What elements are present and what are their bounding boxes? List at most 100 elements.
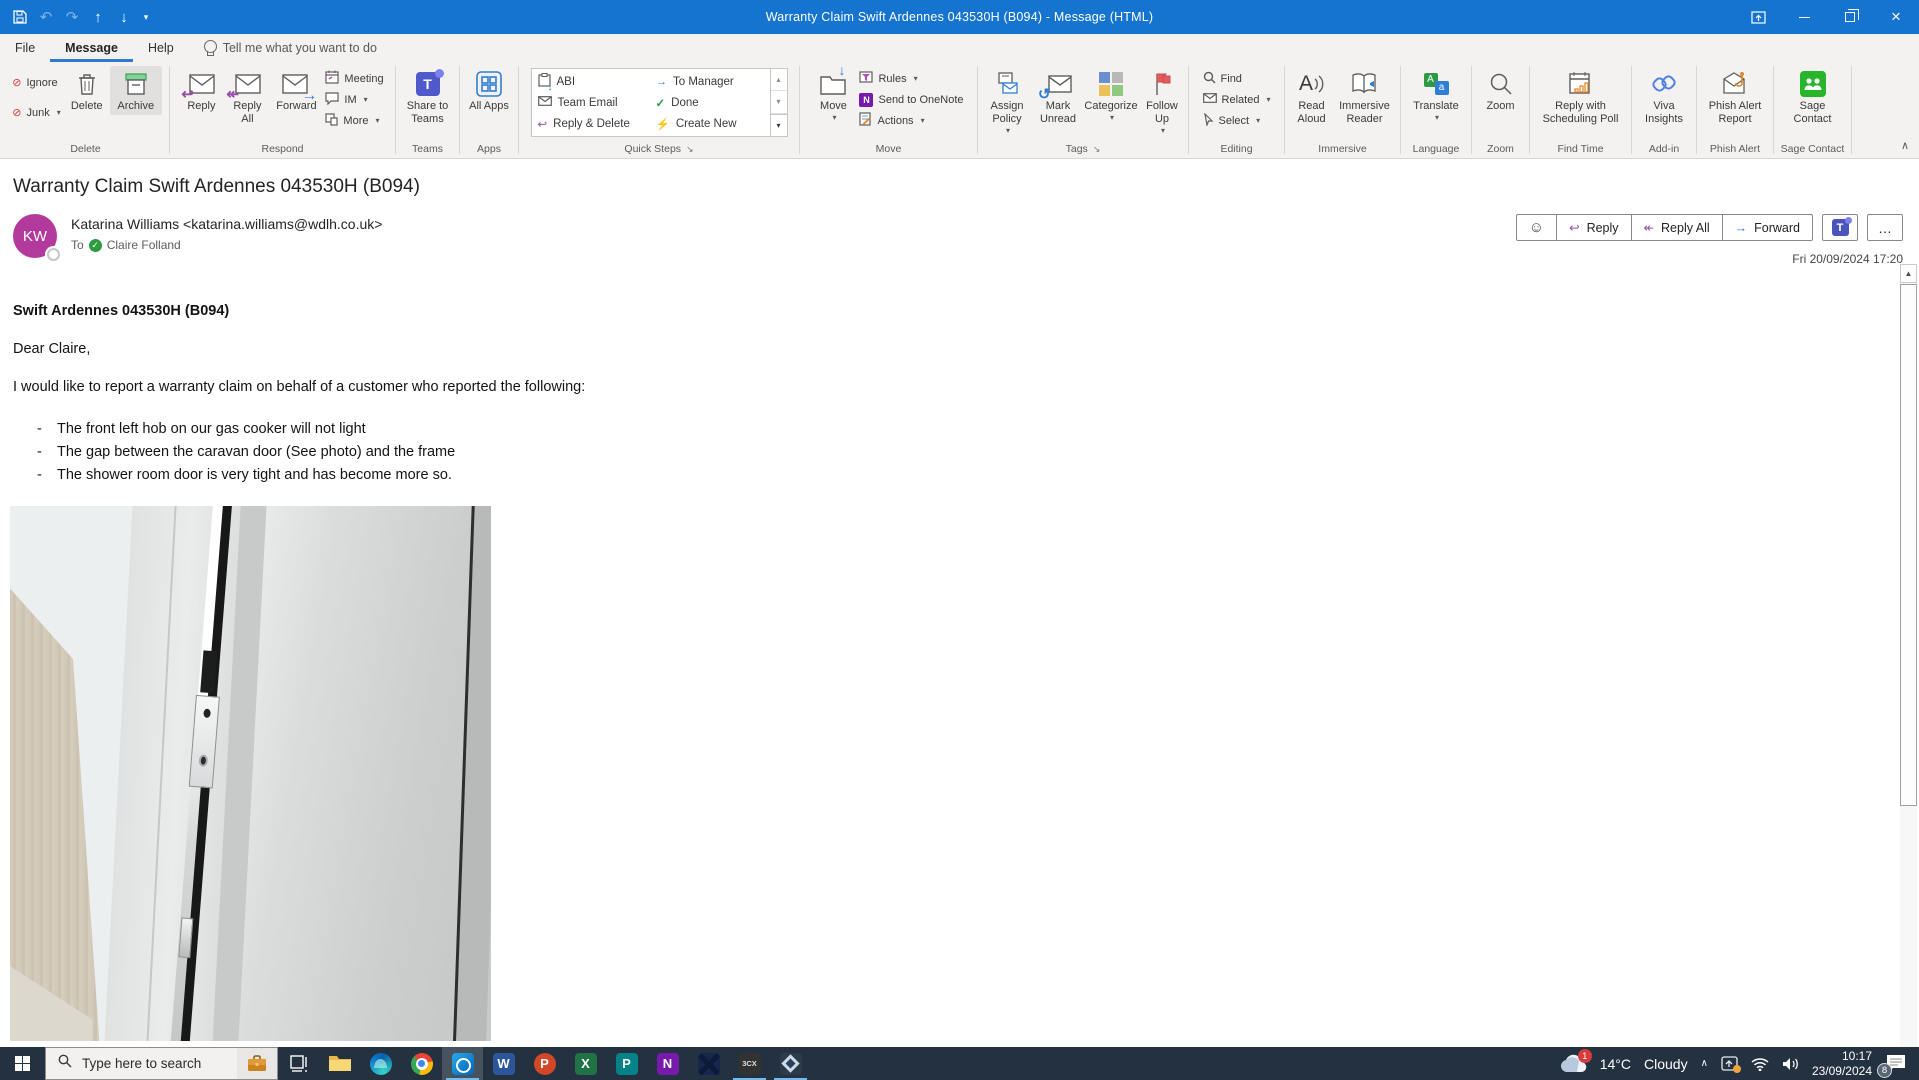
select-button[interactable]: Select ▾ (1200, 110, 1274, 131)
wifi-icon[interactable] (1751, 1057, 1769, 1071)
related-button[interactable]: Related ▾ (1200, 89, 1274, 110)
follow-up-button[interactable]: Follow Up ▾ (1139, 66, 1185, 138)
emoji-button[interactable]: ☺ (1517, 215, 1556, 240)
quick-steps-more[interactable]: ▾ (770, 113, 787, 136)
assign-policy-button[interactable]: Assign Policy ▾ (981, 66, 1033, 138)
junk-button[interactable]: ⊘ Junk ▾ (9, 102, 63, 123)
customize-qat-icon[interactable]: ▾ (138, 5, 154, 29)
briefcase-icon[interactable] (237, 1048, 277, 1079)
dialog-launcher-icon[interactable]: ↘ (686, 144, 694, 155)
collapse-ribbon-icon[interactable]: ∧ (1901, 139, 1909, 152)
more-respond-button[interactable]: More ▾ (322, 110, 386, 131)
viva-insights-button[interactable]: Viva Insights (1636, 66, 1692, 128)
magnifier-icon (1489, 68, 1513, 100)
group-label-sage-contact: Sage Contact (1780, 143, 1845, 155)
start-button[interactable] (0, 1047, 45, 1080)
weather-temp[interactable]: 14°C (1600, 1056, 1631, 1072)
sender-name[interactable]: Katarina Williams <katarina.williams@wdl… (71, 216, 382, 232)
virtualbox-icon[interactable] (770, 1047, 811, 1080)
3cx-icon[interactable]: 3CX (729, 1047, 770, 1080)
actions-icon (859, 112, 872, 129)
hidden-icons-chevron[interactable]: ∧ (1701, 1058, 1708, 1069)
volume-icon[interactable] (1782, 1057, 1799, 1071)
taskbar-clock[interactable]: 10:17 23/09/2024 (1812, 1049, 1872, 1079)
weather-condition[interactable]: Cloudy (1644, 1056, 1688, 1072)
immersive-reader-button[interactable]: Immersive Reader (1334, 66, 1396, 128)
tray-app-icon[interactable] (1721, 1056, 1741, 1073)
previous-item-icon[interactable]: ↑ (86, 5, 110, 29)
tab-help[interactable]: Help (133, 34, 189, 62)
more-actions-button[interactable]: … (1867, 214, 1903, 241)
restore-button[interactable] (1827, 0, 1873, 34)
weather-icon[interactable]: 1 (1559, 1048, 1592, 1075)
close-button[interactable]: × (1873, 0, 1919, 34)
scrollbar-thumb[interactable] (1900, 284, 1917, 806)
file-explorer-icon[interactable] (319, 1047, 360, 1080)
tab-message[interactable]: Message (50, 34, 133, 62)
follow-up-label: Follow Up (1146, 100, 1178, 126)
quick-step-done[interactable]: ✓ Done (654, 92, 766, 113)
forward-button[interactable]: → Forward (270, 66, 322, 115)
ribbon-group-phish-alert: Phish Alert Report Phish Alert (1697, 62, 1773, 158)
rules-button[interactable]: Rules ▾ (856, 68, 966, 89)
archive-button[interactable]: Archive (109, 66, 162, 116)
excel-icon[interactable]: X (565, 1047, 606, 1080)
dialog-launcher-icon[interactable]: ↘ (1093, 144, 1101, 155)
list-item: - The front left hob on our gas cooker w… (13, 418, 1859, 441)
delete-button[interactable]: Delete (64, 66, 110, 115)
forward-header-button[interactable]: → Forward (1721, 215, 1812, 240)
reply-scheduling-poll-button[interactable]: Reply with Scheduling Poll (1535, 66, 1627, 128)
categorize-button[interactable]: Categorize ▾ (1083, 66, 1139, 125)
edge-icon[interactable] (360, 1047, 401, 1080)
onenote-icon[interactable]: N (647, 1047, 688, 1080)
translate-button[interactable]: A a Translate ▾ (1407, 66, 1465, 125)
avatar[interactable]: KW (13, 214, 60, 261)
im-button[interactable]: IM ▾ (322, 89, 386, 110)
scroll-up-arrow[interactable]: ▲ (1900, 264, 1917, 283)
sage-contact-button[interactable]: Sage Contact (1785, 66, 1841, 128)
find-button[interactable]: Find (1200, 68, 1274, 89)
reply-all-button[interactable]: ↞ Reply All (224, 66, 270, 128)
quick-step-to-manager[interactable]: → To Manager (654, 71, 766, 92)
all-apps-button[interactable]: All Apps (464, 66, 514, 115)
app-icon-dark[interactable] (688, 1047, 729, 1080)
save-icon[interactable] (8, 5, 32, 29)
ribbon-display-options-icon[interactable] (1735, 0, 1781, 34)
quick-step-reply-delete[interactable]: ↩ Reply & Delete (536, 113, 654, 134)
message-scrollbar[interactable]: ▲ (1900, 264, 1917, 1047)
quick-step-create-new[interactable]: ⚡ Create New (654, 113, 766, 134)
attached-photo-caravan-door[interactable] (10, 506, 491, 1041)
mark-unread-button[interactable]: ↺ Mark Unread (1033, 66, 1083, 128)
move-button[interactable]: ↓ Move ▾ (810, 62, 856, 125)
send-to-onenote-button[interactable]: N Send to OneNote (856, 89, 966, 110)
reply-all-header-button[interactable]: ↞ Reply All (1630, 215, 1722, 240)
reply-button[interactable]: ↩ Reply (178, 66, 224, 115)
task-view-button[interactable] (278, 1047, 319, 1080)
quick-steps-scroll-down[interactable]: ▾ (770, 91, 787, 114)
powerpoint-icon[interactable]: P (524, 1047, 565, 1080)
word-icon[interactable]: W (483, 1047, 524, 1080)
reply-header-button[interactable]: ↩ Reply (1556, 215, 1630, 240)
minimize-button[interactable] (1781, 0, 1827, 34)
ignore-button[interactable]: ⊘ Ignore (9, 72, 63, 93)
quick-step-abi[interactable]: ↓ ABI (536, 71, 654, 93)
chrome-icon[interactable] (401, 1047, 442, 1080)
publisher-icon[interactable]: P (606, 1047, 647, 1080)
phish-alert-report-button[interactable]: Phish Alert Report (1701, 66, 1769, 128)
actions-button[interactable]: Actions ▾ (856, 110, 966, 131)
action-center-icon[interactable]: 8 (1877, 1054, 1909, 1078)
taskbar-search[interactable]: Type here to search (45, 1047, 278, 1080)
tell-me-box[interactable]: Tell me what you want to do (203, 39, 377, 57)
group-label-language: Language (1412, 143, 1460, 155)
read-aloud-button[interactable]: A Read Aloud (1290, 66, 1334, 128)
zoom-button[interactable]: Zoom (1477, 66, 1525, 115)
share-to-teams-button[interactable]: T Share to Teams (399, 66, 457, 128)
next-item-icon[interactable]: ↓ (112, 5, 136, 29)
teams-share-button[interactable]: T (1822, 214, 1858, 241)
tab-file[interactable]: File (0, 34, 50, 62)
meeting-button[interactable]: Meeting (322, 68, 386, 89)
quick-step-team-email[interactable]: Team Email (536, 92, 654, 113)
outlook-icon[interactable] (442, 1047, 483, 1080)
quick-steps-scroll-up[interactable]: ▴ (770, 69, 787, 92)
recipient-name[interactable]: Claire Folland (107, 238, 181, 252)
